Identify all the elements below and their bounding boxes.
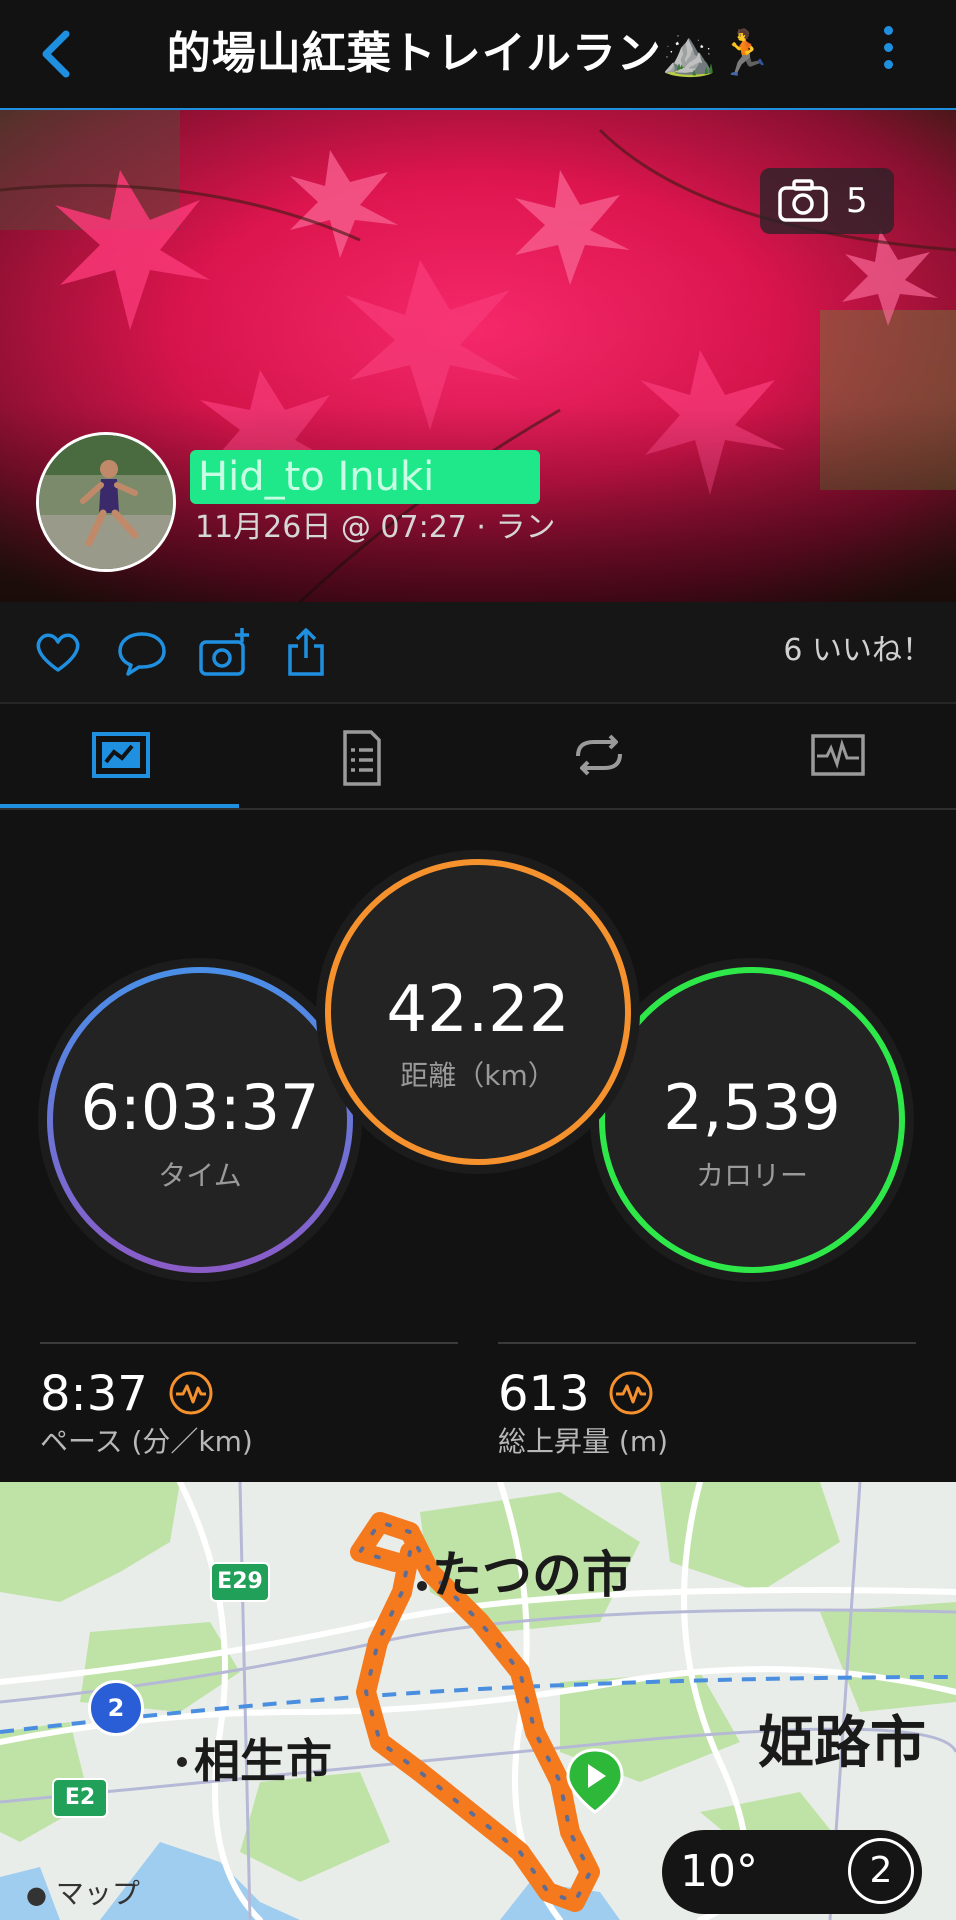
route-shield-e29: E29 [210, 1562, 270, 1602]
activity-date-type: 11月26日 @ 07:27 · ラン [195, 510, 556, 545]
elevation-value: 613 [498, 1366, 590, 1422]
activity-photo[interactable]: 5 Hid_to Inuki 11月26日 @ 07:27 · ラン [0, 110, 956, 602]
comment-button[interactable] [114, 624, 170, 680]
route-map[interactable]: たつの市 相生市 姫路市 E29 2 E2 ● マップ 10° 2 [0, 1482, 956, 1920]
avatar[interactable] [36, 432, 176, 572]
route-shield-e2: E2 [52, 1778, 108, 1818]
loop-arrows-icon [576, 734, 622, 776]
kebab-dot-icon [883, 26, 893, 35]
elevation-info-icon[interactable] [608, 1370, 654, 1416]
user-name[interactable]: Hid_to Inuki [190, 450, 540, 504]
tab-bar [0, 704, 956, 808]
map-label-aioi: 相生市 [194, 1734, 332, 1788]
heart-icon [36, 633, 80, 672]
pace-value: 8:37 [40, 1366, 148, 1422]
distance-value: 42.22 [386, 973, 570, 1047]
action-bar: 6 いいね！ [0, 602, 956, 702]
tab-overview[interactable] [0, 704, 239, 808]
pace-info-icon[interactable] [168, 1370, 214, 1416]
weather-badge[interactable]: 10° 2 [662, 1830, 922, 1914]
calories-label: カロリー [695, 1159, 808, 1192]
weather-count-badge: 2 [848, 1838, 914, 1904]
share-button[interactable] [278, 624, 334, 680]
kebab-dot-icon [883, 60, 893, 69]
add-photo-icon [199, 628, 249, 676]
divider [40, 1342, 458, 1344]
chevron-left-icon [42, 30, 70, 78]
time-value: 6:03:37 [80, 1071, 320, 1144]
tab-laps[interactable] [478, 704, 717, 808]
overview-icon [92, 732, 150, 778]
tab-details[interactable] [239, 704, 478, 808]
camera-icon [778, 179, 828, 222]
map-attribution[interactable]: ● マップ [26, 1872, 140, 1912]
distance-label: 距離（km） [400, 1059, 556, 1092]
document-list-icon [343, 730, 381, 786]
divider [498, 1342, 916, 1344]
photo-count-label: 5 [846, 181, 868, 221]
likes-count[interactable]: 6 いいね！ [783, 626, 932, 676]
time-metric[interactable]: 6:03:37 タイム [50, 970, 350, 1270]
more-options-button[interactable] [870, 22, 906, 86]
elevation-label: 総上昇量 (m) [498, 1425, 669, 1458]
activity-chart-icon [811, 734, 865, 776]
like-button[interactable] [30, 624, 86, 680]
photo-count-badge[interactable]: 5 [760, 168, 894, 234]
comment-bubble-icon [118, 632, 166, 676]
page-title: 的場山紅葉トレイルラン⛰️🏃 [166, 28, 774, 79]
calories-value: 2,539 [663, 1071, 841, 1144]
tab-charts[interactable] [717, 704, 956, 808]
share-icon [288, 628, 324, 676]
distance-metric[interactable]: 42.22 距離（km） [328, 862, 628, 1162]
back-button[interactable] [30, 22, 90, 86]
header-bar: 的場山紅葉トレイルラン⛰️🏃 [0, 0, 956, 108]
apple-logo-icon: ● [26, 1881, 47, 1909]
calories-metric[interactable]: 2,539 カロリー [602, 970, 902, 1270]
add-photo-button[interactable] [196, 624, 252, 680]
temperature-value: 10° [680, 1846, 758, 1897]
divider [0, 808, 956, 810]
pace-label: ペース (分／km) [40, 1425, 253, 1458]
route-shield-2: 2 [88, 1680, 144, 1736]
map-label-tatsuno: たつの市 [432, 1546, 632, 1604]
kebab-dot-icon [883, 43, 893, 52]
map-label-himeji: 姫路市 [758, 1711, 926, 1776]
runner-avatar-photo [39, 435, 173, 569]
time-label: タイム [158, 1159, 242, 1192]
